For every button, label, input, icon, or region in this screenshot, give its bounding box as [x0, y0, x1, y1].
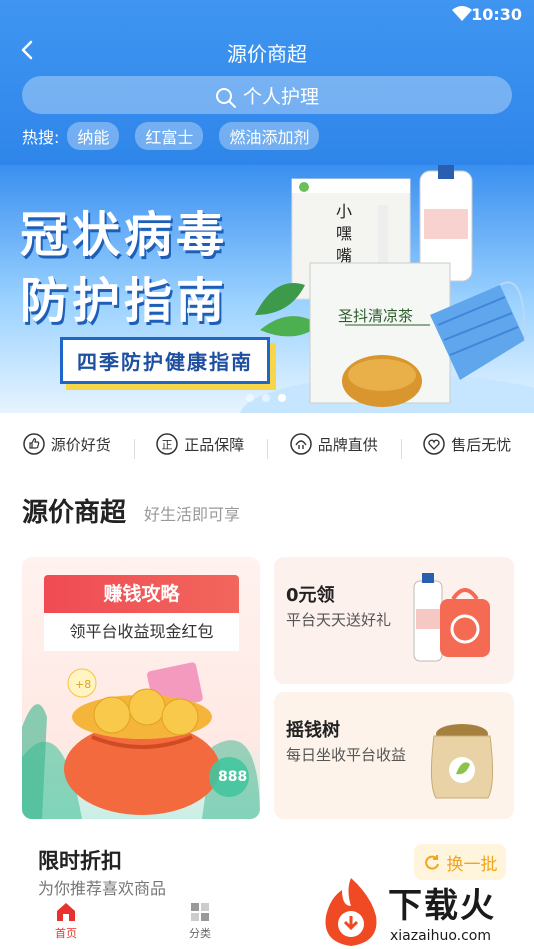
promo-banner[interactable]: 小 嘿 嘴 圣抖清凉茶 冠状病毒 防护指南 四季防护健康指南	[0, 165, 534, 413]
feature-strip: 源价好货 正 正品保障 品牌直供 售后无忧	[0, 424, 534, 464]
earn-badge: 888	[218, 769, 248, 785]
free-gift-card[interactable]: 0元领 平台天天送好礼	[274, 557, 514, 684]
money-tree-title: 摇钱树	[286, 720, 340, 741]
banner-subtitle: 四季防护健康指南	[60, 337, 270, 384]
brand-icon	[289, 433, 312, 455]
earn-guide-title: 赚钱攻略	[44, 575, 239, 613]
watermark: 下载火 xiazaihuo.com	[316, 876, 534, 949]
feature-item: 品牌直供	[267, 433, 401, 459]
carousel-indicator	[246, 394, 294, 402]
feature-item: 售后无忧	[400, 433, 534, 459]
seed-bag-illustration	[430, 724, 494, 799]
limited-discount-subtitle: 为你推荐喜欢商品	[38, 879, 167, 898]
money-tree-card[interactable]: 摇钱树 每日坐收平台收益	[274, 692, 514, 819]
thumbs-up-icon	[22, 433, 45, 455]
carousel-dot[interactable]	[262, 394, 270, 402]
feature-label: 品牌直供	[317, 435, 378, 454]
page-title: 源价商超	[227, 42, 307, 66]
tab-category[interactable]: 分类	[170, 901, 230, 941]
limited-discount-title: 限时折扣	[38, 849, 122, 873]
product-text: 圣抖清凉茶	[338, 307, 413, 325]
refresh-icon	[424, 855, 439, 870]
nav-bar: 源价商超	[0, 30, 534, 74]
feature-label: 售后无忧	[451, 435, 512, 454]
search-input[interactable]: 个人护理	[22, 76, 512, 114]
hot-search-label: 热搜:	[22, 128, 60, 147]
carousel-dot[interactable]	[246, 394, 254, 402]
free-gift-desc: 平台天天送好礼	[286, 611, 392, 629]
heart-icon	[423, 433, 445, 455]
free-gift-title: 0元领	[286, 585, 335, 606]
hot-tag[interactable]: 红富士	[135, 122, 204, 150]
svg-text:嘴: 嘴	[336, 246, 352, 265]
svg-text:小: 小	[336, 202, 352, 221]
flame-logo-icon	[325, 878, 377, 946]
svg-text:+8: +8	[75, 678, 91, 691]
earn-guide-desc: 领平台收益现金红包	[44, 613, 239, 651]
feature-label: 源价好货	[50, 435, 111, 454]
genuine-icon: 正	[156, 433, 178, 455]
refresh-label: 换一批	[446, 854, 498, 875]
feature-item: 源价好货	[0, 433, 134, 455]
home-icon	[57, 903, 75, 921]
gift-bag-illustration	[413, 573, 490, 662]
banner-title-line1: 冠状病毒	[20, 207, 229, 263]
feature-item: 正 正品保障	[133, 433, 268, 459]
app-header: 10:30 源价商超 个人护理 热搜: 纳能 红富士 燃油添加剂	[0, 0, 534, 165]
watermark-url: xiazaihuo.com	[390, 928, 491, 944]
section-subtitle: 好生活即可享	[144, 505, 241, 524]
svg-text:嘿: 嘿	[336, 224, 352, 243]
watermark-brand: 下载火	[388, 886, 496, 926]
svg-text:正: 正	[162, 439, 173, 452]
refresh-button[interactable]: 换一批	[414, 844, 506, 880]
tab-category-label: 分类	[189, 927, 211, 940]
feature-label: 正品保障	[184, 435, 245, 454]
hot-tag[interactable]: 纳能	[67, 122, 120, 150]
tab-home-label: 首页	[55, 927, 77, 940]
hot-tag[interactable]: 燃油添加剂	[219, 122, 320, 150]
carousel-dot-active[interactable]	[278, 394, 286, 402]
earn-guide-card[interactable]: +8 赚钱攻略 领平台收益现金红包 888	[22, 557, 260, 819]
status-bar: 10:30	[0, 0, 534, 30]
hot-search: 热搜: 纳能 红富士 燃油添加剂	[22, 122, 335, 150]
search-icon	[215, 88, 236, 108]
status-time: 10:30	[471, 5, 522, 24]
grid-icon	[191, 903, 209, 921]
search-placeholder: 个人护理	[242, 85, 319, 108]
banner-title-line2: 防护指南	[20, 273, 229, 329]
section-title: 源价商超	[22, 498, 127, 528]
money-tree-desc: 每日坐收平台收益	[286, 746, 407, 764]
wifi-icon	[452, 6, 472, 21]
tab-home[interactable]: 首页	[36, 901, 96, 941]
